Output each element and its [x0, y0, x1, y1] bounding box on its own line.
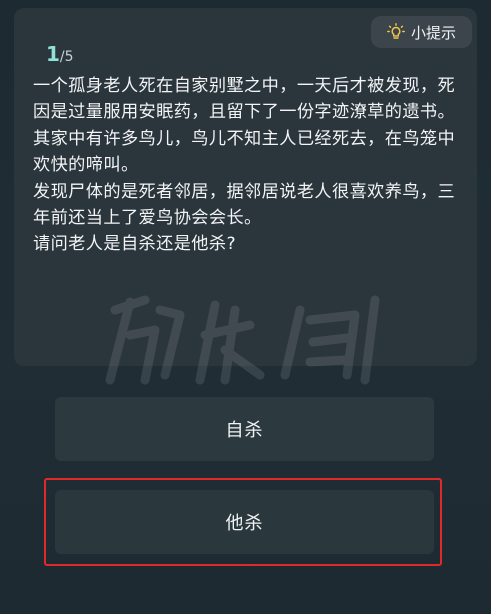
question-text: 一个孤身老人死在自家别墅之中，一天后才被发现，死因是过量服用安眠药，且留下了一份… [33, 76, 456, 255]
option-label: 自杀 [225, 420, 264, 441]
progress-current: 1 [46, 42, 60, 66]
option-suicide-button[interactable]: 自杀 [55, 397, 434, 461]
option-label: 他杀 [225, 513, 264, 534]
hint-button[interactable]: 小提示 [371, 16, 472, 48]
hint-label: 小提示 [410, 23, 456, 42]
option-murder-button[interactable]: 他杀 [55, 490, 434, 554]
lightbulb-icon [387, 23, 405, 41]
question-progress: 1/5 [46, 42, 74, 66]
progress-total: 5 [64, 49, 74, 65]
quiz-page: 1/5 小提示 一个孤身老人死在自家别墅之中，一天后才被发现，死因是过量服用安眠… [0, 0, 491, 614]
